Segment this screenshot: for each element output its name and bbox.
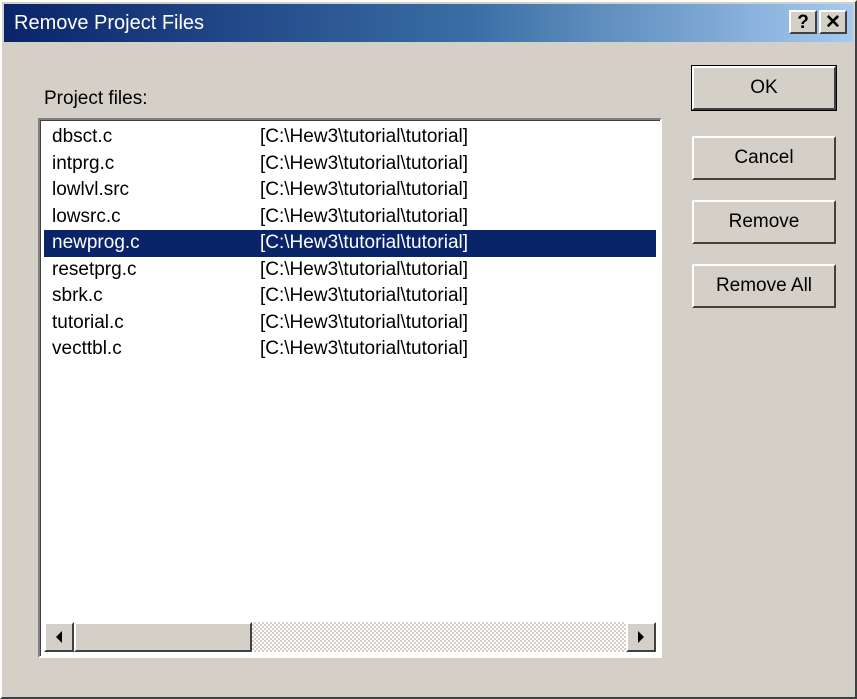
scroll-thumb[interactable] bbox=[74, 622, 252, 652]
list-item[interactable]: sbrk.c [C:\Hew3\tutorial\tutorial] bbox=[44, 283, 656, 310]
close-icon: ✕ bbox=[825, 11, 841, 33]
file-name: sbrk.c bbox=[52, 285, 103, 307]
cancel-button[interactable]: Cancel bbox=[692, 136, 836, 180]
file-path: [C:\Hew3\tutorial\tutorial] bbox=[260, 311, 469, 333]
close-button[interactable]: ✕ bbox=[819, 10, 847, 34]
file-name: lowsrc.c bbox=[52, 205, 121, 227]
cancel-button-label: Cancel bbox=[734, 147, 794, 168]
horizontal-scrollbar[interactable] bbox=[44, 622, 656, 652]
file-name: newprog.c bbox=[52, 232, 140, 254]
list-item[interactable]: lowsrc.c [C:\Hew3\tutorial\tutorial] bbox=[44, 204, 656, 231]
list-item[interactable]: lowlvl.src [C:\Hew3\tutorial\tutorial] bbox=[44, 177, 656, 204]
list-item[interactable]: intprg.c [C:\Hew3\tutorial\tutorial] bbox=[44, 151, 656, 178]
file-path: [C:\Hew3\tutorial\tutorial] bbox=[260, 232, 469, 254]
list-item[interactable]: vecttbl.c [C:\Hew3\tutorial\tutorial] bbox=[44, 336, 656, 363]
scroll-right-button[interactable] bbox=[626, 622, 656, 652]
file-path: [C:\Hew3\tutorial\tutorial] bbox=[260, 205, 469, 227]
file-path: [C:\Hew3\tutorial\tutorial] bbox=[260, 338, 469, 360]
list-item[interactable]: dbsct.c [C:\Hew3\tutorial\tutorial] bbox=[44, 124, 656, 151]
file-name: dbsct.c bbox=[52, 126, 113, 148]
file-path: [C:\Hew3\tutorial\tutorial] bbox=[260, 126, 469, 148]
list-item[interactable]: newprog.c [C:\Hew3\tutorial\tutorial] bbox=[44, 230, 656, 257]
remove-all-button[interactable]: Remove All bbox=[692, 264, 836, 308]
project-files-label: Project files: bbox=[44, 88, 147, 110]
remove-project-files-dialog: Remove Project Files ? ✕ Project files: … bbox=[0, 0, 857, 699]
file-name: lowlvl.src bbox=[52, 179, 130, 201]
ok-button[interactable]: OK bbox=[691, 65, 837, 111]
list-item[interactable]: tutorial.c [C:\Hew3\tutorial\tutorial] bbox=[44, 310, 656, 337]
scroll-left-button[interactable] bbox=[44, 622, 74, 652]
file-name: intprg.c bbox=[52, 152, 115, 174]
scroll-left-icon bbox=[56, 631, 62, 643]
file-path: [C:\Hew3\tutorial\tutorial] bbox=[260, 179, 469, 201]
file-name: tutorial.c bbox=[52, 311, 124, 333]
project-files-list[interactable]: dbsct.c [C:\Hew3\tutorial\tutorial] intprg… bbox=[38, 118, 662, 658]
file-name: resetprg.c bbox=[52, 258, 137, 280]
remove-button[interactable]: Remove bbox=[692, 200, 836, 244]
help-icon: ? bbox=[797, 11, 809, 33]
remove-all-button-label: Remove All bbox=[715, 275, 813, 296]
help-button[interactable]: ? bbox=[789, 10, 817, 34]
title-bar[interactable]: Remove Project Files ? ✕ bbox=[4, 4, 853, 42]
list-item[interactable]: resetprg.c [C:\Hew3\tutorial\tutorial] bbox=[44, 257, 656, 284]
project-files-label-text: Project files: bbox=[44, 88, 148, 109]
scroll-right-icon bbox=[638, 631, 644, 643]
file-path: [C:\Hew3\tutorial\tutorial] bbox=[260, 258, 469, 280]
ok-button-label: OK bbox=[750, 77, 778, 98]
file-path: [C:\Hew3\tutorial\tutorial] bbox=[260, 285, 469, 307]
project-files-rows: dbsct.c [C:\Hew3\tutorial\tutorial] intprg… bbox=[44, 124, 656, 363]
file-path: [C:\Hew3\tutorial\tutorial] bbox=[260, 152, 469, 174]
remove-button-label: Remove bbox=[728, 211, 800, 232]
window-title: Remove Project Files bbox=[14, 12, 205, 34]
file-name: vecttbl.c bbox=[52, 338, 122, 360]
